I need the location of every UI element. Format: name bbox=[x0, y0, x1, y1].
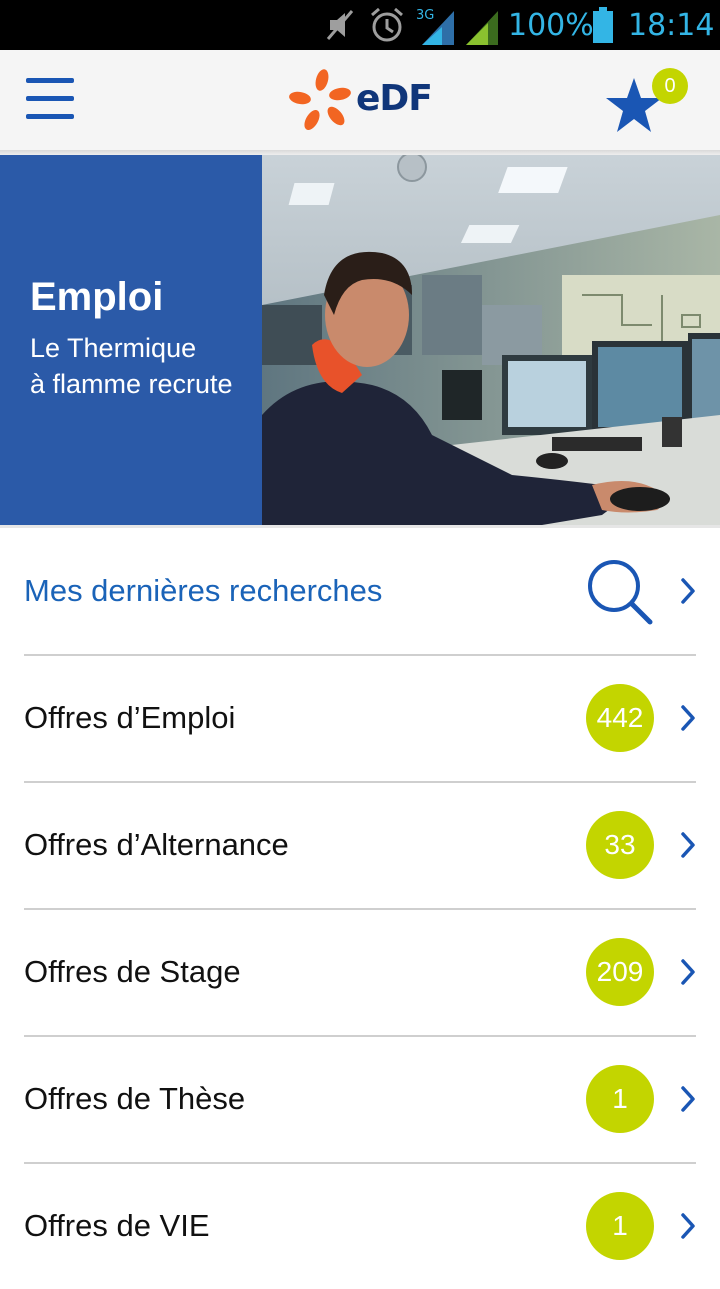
count-badge: 1 bbox=[586, 1192, 654, 1260]
count-badge: 1 bbox=[586, 1065, 654, 1133]
item-label: Offres d’Alternance bbox=[24, 827, 289, 862]
battery-percent: 100% bbox=[508, 7, 594, 43]
chevron-right-icon bbox=[681, 1213, 695, 1239]
list-item-offres-stage[interactable]: Offres de Stage 209 bbox=[0, 909, 720, 1035]
chevron-right-icon bbox=[681, 959, 695, 985]
favorites-button[interactable]: 0 bbox=[604, 68, 694, 138]
banner-subtitle-line2: à flamme recrute bbox=[30, 369, 233, 399]
list-item-offres-these[interactable]: Offres de Thèse 1 bbox=[0, 1036, 720, 1162]
list-item-recent-searches[interactable]: Mes dernières recherches bbox=[0, 528, 720, 654]
item-label: Offres de VIE bbox=[24, 1208, 210, 1243]
count-badge: 442 bbox=[586, 684, 654, 752]
chevron-right-icon bbox=[681, 832, 695, 858]
recent-searches-label: Mes dernières recherches bbox=[24, 573, 383, 608]
battery-icon bbox=[592, 0, 614, 50]
count-badge: 209 bbox=[586, 938, 654, 1006]
mute-icon bbox=[324, 0, 356, 50]
app-bar: eDF 0 bbox=[0, 50, 720, 150]
edf-logo: eDF bbox=[288, 68, 438, 134]
clock: 18:14 bbox=[628, 7, 715, 43]
network-type-label: 3G bbox=[416, 8, 434, 23]
control-room-photo bbox=[262, 155, 720, 525]
count-badge: 33 bbox=[586, 811, 654, 879]
favorites-count-badge: 0 bbox=[652, 68, 688, 104]
item-label: Offres d’Emploi bbox=[24, 700, 236, 735]
signal-3g-icon: 3G bbox=[414, 0, 456, 50]
promo-banner[interactable]: Emploi Le Thermique à flamme recrute bbox=[0, 155, 720, 525]
item-label: Offres de Stage bbox=[24, 954, 241, 989]
chevron-right-icon bbox=[681, 578, 695, 604]
search-icon bbox=[588, 560, 653, 625]
list-item-offres-alternance[interactable]: Offres d’Alternance 33 bbox=[0, 782, 720, 908]
banner-subtitle: Le Thermique à flamme recrute bbox=[30, 330, 262, 402]
item-label: Offres de Thèse bbox=[24, 1081, 246, 1116]
logo-text: eDF bbox=[356, 78, 433, 119]
hamburger-menu-icon[interactable] bbox=[20, 74, 82, 126]
list-item-offres-vie[interactable]: Offres de VIE 1 bbox=[0, 1163, 720, 1289]
status-bar: 3G 100% 18:14 bbox=[0, 0, 720, 50]
list-item-offres-emploi[interactable]: Offres d’Emploi 442 bbox=[0, 655, 720, 781]
alarm-icon bbox=[368, 0, 406, 50]
banner-title: Emploi bbox=[30, 275, 164, 319]
banner-subtitle-line1: Le Thermique bbox=[30, 333, 197, 363]
chevron-right-icon bbox=[681, 705, 695, 731]
banner-text-panel: Emploi Le Thermique à flamme recrute bbox=[0, 155, 262, 525]
chevron-right-icon bbox=[681, 1086, 695, 1112]
signal-icon bbox=[462, 0, 500, 50]
